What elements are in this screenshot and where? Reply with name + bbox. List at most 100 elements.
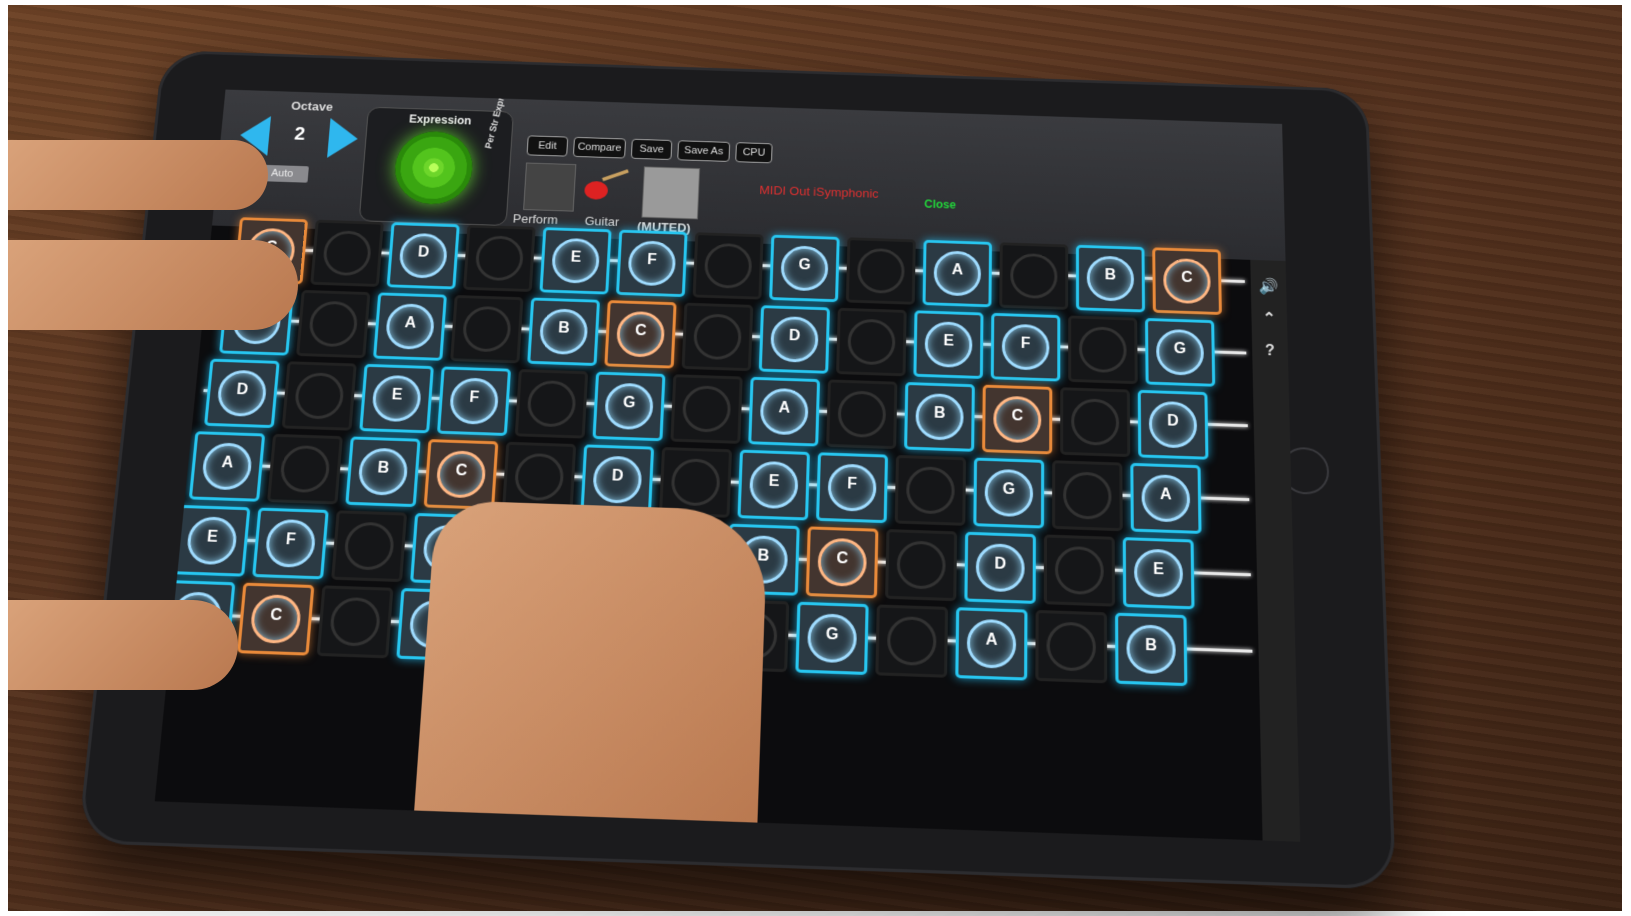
note-key[interactable]: D <box>758 305 830 374</box>
grid-cell-empty[interactable] <box>514 369 589 439</box>
grid-cell-empty[interactable] <box>875 604 949 678</box>
grid-cell-empty[interactable] <box>999 242 1069 310</box>
octave-up-icon[interactable] <box>327 118 360 159</box>
grid-cell-empty[interactable] <box>310 219 384 287</box>
speaker-icon[interactable]: 🔊 <box>1251 277 1287 297</box>
note-key[interactable]: E <box>173 504 251 577</box>
note-label: G <box>798 256 811 274</box>
note-label: E <box>768 473 780 490</box>
cpu-button[interactable]: CPU <box>735 142 773 164</box>
save-button[interactable]: Save <box>630 138 673 161</box>
note-label: F <box>468 389 480 407</box>
key-ring-icon <box>321 230 373 277</box>
key-ring-icon <box>1010 252 1058 300</box>
edit-button[interactable]: Edit <box>526 135 569 157</box>
key-ring-icon <box>1071 398 1120 447</box>
note-key[interactable]: B <box>345 436 421 508</box>
note-label: F <box>646 251 658 269</box>
note-key[interactable]: E <box>359 363 434 434</box>
grid-cell-empty[interactable] <box>316 585 394 659</box>
note-label: G <box>622 394 636 412</box>
grid-cell-empty[interactable] <box>296 289 371 359</box>
grid-cell-empty[interactable] <box>281 361 357 431</box>
note-key[interactable]: C <box>982 384 1053 455</box>
note-key[interactable]: B <box>1115 612 1188 687</box>
grid-cell-empty[interactable] <box>885 529 958 602</box>
grid-cell-empty[interactable] <box>836 307 907 377</box>
note-key[interactable]: D <box>386 222 460 290</box>
grid-cell-empty[interactable] <box>845 237 916 305</box>
note-key[interactable]: F <box>816 452 888 524</box>
key-ring-icon <box>343 521 396 571</box>
note-key[interactable]: F <box>990 312 1061 382</box>
note-key[interactable]: B <box>1075 244 1146 313</box>
close-button[interactable]: Close <box>924 197 956 211</box>
key-ring-icon <box>513 452 565 502</box>
grid-cell-empty[interactable] <box>1043 534 1116 607</box>
key-ring-icon <box>837 390 887 439</box>
note-key[interactable]: B <box>527 297 600 366</box>
key-ring-icon <box>328 596 382 647</box>
grid-cell-empty[interactable] <box>1052 460 1123 532</box>
note-label: F <box>285 531 297 549</box>
note-key[interactable]: D <box>204 358 280 429</box>
note-key[interactable]: G <box>769 234 840 303</box>
midi-output-status[interactable]: MIDI Out iSymphonic <box>759 183 879 201</box>
note-key[interactable]: C <box>237 582 315 656</box>
note-key[interactable]: D <box>964 531 1036 604</box>
grid-cell-empty[interactable] <box>1068 315 1138 385</box>
octave-label: Octave <box>290 98 334 114</box>
guitar-thumbnail[interactable] <box>582 164 632 204</box>
note-key[interactable]: A <box>1130 462 1202 534</box>
left-finger-overlay <box>8 240 298 330</box>
note-key[interactable]: F <box>616 229 688 298</box>
note-key[interactable]: G <box>795 601 869 676</box>
compare-button[interactable]: Compare <box>572 136 627 159</box>
grid-cell-empty[interactable] <box>692 232 764 300</box>
note-label: F <box>847 475 858 493</box>
note-label: F <box>1020 335 1031 352</box>
note-label: A <box>985 631 998 649</box>
grid-cell-empty[interactable] <box>670 374 743 444</box>
grid-cell-empty[interactable] <box>681 302 754 372</box>
note-key[interactable]: C <box>805 526 879 599</box>
key-ring-icon <box>474 235 525 282</box>
note-key[interactable]: G <box>973 457 1045 529</box>
chevron-up-icon[interactable]: ⌃ <box>1251 308 1287 328</box>
grid-cell-empty[interactable] <box>463 224 536 292</box>
save-as-button[interactable]: Save As <box>677 140 731 162</box>
note-key[interactable]: E <box>737 449 810 521</box>
grid-cell-empty[interactable] <box>826 379 898 450</box>
note-label: C <box>1181 269 1193 286</box>
note-key[interactable]: A <box>955 607 1028 681</box>
note-label: E <box>943 332 954 350</box>
note-key[interactable]: G <box>1145 318 1216 387</box>
note-key[interactable]: F <box>252 507 329 580</box>
note-key[interactable]: E <box>913 310 984 379</box>
note-label: D <box>994 555 1007 573</box>
note-key[interactable]: E <box>539 227 612 295</box>
note-key[interactable]: C <box>423 439 499 510</box>
note-key[interactable]: A <box>188 431 266 502</box>
help-icon[interactable]: ? <box>1252 342 1288 360</box>
grid-cell-empty[interactable] <box>1060 387 1131 458</box>
note-key[interactable]: A <box>922 239 992 308</box>
note-key[interactable]: C <box>1152 247 1222 315</box>
note-key[interactable]: A <box>373 292 447 361</box>
note-key[interactable]: C <box>604 300 677 369</box>
note-key[interactable]: F <box>436 366 512 436</box>
note-key[interactable]: E <box>1122 537 1195 610</box>
key-ring-icon <box>1054 545 1104 596</box>
grid-cell-empty[interactable] <box>267 433 343 505</box>
note-label: C <box>836 550 849 568</box>
note-key[interactable]: G <box>592 371 666 442</box>
key-ring-icon <box>896 540 946 590</box>
note-key[interactable]: D <box>1137 389 1209 460</box>
grid-cell-empty[interactable] <box>1035 609 1108 684</box>
note-key[interactable]: B <box>904 382 975 452</box>
grid-cell-empty[interactable] <box>894 454 967 526</box>
note-label: A <box>1159 486 1172 504</box>
grid-cell-empty[interactable] <box>331 510 408 583</box>
note-key[interactable]: A <box>748 376 821 447</box>
grid-cell-empty[interactable] <box>450 295 524 364</box>
